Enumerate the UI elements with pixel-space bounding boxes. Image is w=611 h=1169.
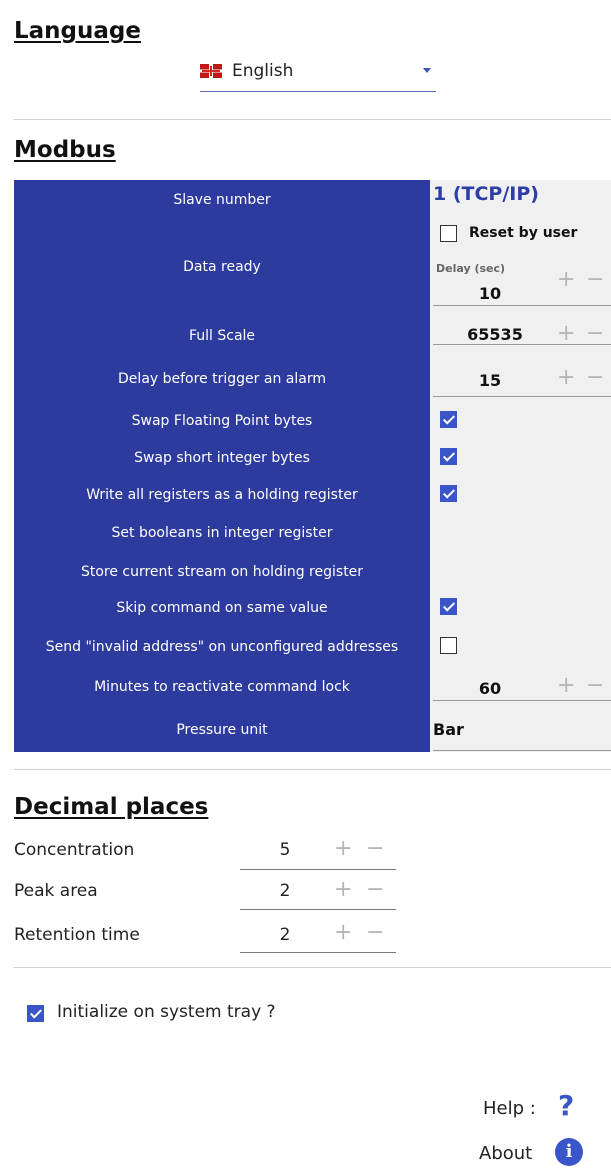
minus-icon[interactable]: − xyxy=(366,922,384,944)
retention-time-value[interactable]: 2 xyxy=(260,925,310,945)
plus-icon[interactable]: + xyxy=(334,879,352,901)
pressure-unit-value: Bar xyxy=(433,720,464,739)
concentration-label: Concentration xyxy=(14,840,135,860)
minus-icon[interactable]: − xyxy=(586,269,604,291)
data-ready-label: Data ready xyxy=(183,259,261,275)
minutes-reactivate-label: Minutes to reactivate command lock xyxy=(94,679,350,695)
write-holding-label: Write all registers as a holding registe… xyxy=(86,487,358,503)
concentration-value[interactable]: 5 xyxy=(260,840,310,860)
plus-icon[interactable]: + xyxy=(557,675,575,697)
reset-by-user-label: Reset by user xyxy=(469,225,578,241)
divider xyxy=(14,967,611,968)
slave-number-value: 1 (TCP/IP) xyxy=(433,183,539,205)
divider xyxy=(14,769,611,770)
invalid-address-label: Send "invalid address" on unconfigured a… xyxy=(45,639,399,655)
peak-area-underline xyxy=(240,909,396,910)
swap-float-label: Swap Floating Point bytes xyxy=(131,413,313,429)
system-tray-label: Initialize on system tray ? xyxy=(57,1002,276,1022)
store-stream-label: Store current stream on holding register xyxy=(80,564,364,580)
minutes-reactivate-value: 60 xyxy=(478,679,502,698)
reset-by-user-checkbox[interactable] xyxy=(440,225,457,242)
retention-time-underline xyxy=(240,952,396,953)
slave-number-label: Slave number xyxy=(173,192,271,208)
skip-command-checkbox[interactable] xyxy=(440,598,457,615)
minus-icon[interactable]: − xyxy=(586,367,604,389)
help-label: Help : xyxy=(483,1098,536,1119)
delay-sec-label: Delay (sec) xyxy=(436,262,506,275)
language-dropdown[interactable]: English xyxy=(200,58,436,92)
minus-icon[interactable]: − xyxy=(586,323,604,345)
delay-alarm-value: 15 xyxy=(478,371,502,390)
retention-time-label: Retention time xyxy=(14,925,140,945)
language-section-title: Language xyxy=(14,18,141,44)
data-ready-delay-field[interactable] xyxy=(433,278,611,306)
help-icon[interactable]: ? xyxy=(558,1089,574,1122)
swap-float-checkbox[interactable] xyxy=(440,411,457,428)
uk-flag-icon xyxy=(200,64,222,78)
data-ready-delay-value: 10 xyxy=(478,284,502,303)
plus-icon[interactable]: + xyxy=(557,323,575,345)
language-selected-value: English xyxy=(232,61,294,81)
full-scale-label: Full Scale xyxy=(188,328,256,344)
invalid-address-checkbox[interactable] xyxy=(440,637,457,654)
plus-icon[interactable]: + xyxy=(334,838,352,860)
concentration-underline xyxy=(240,869,396,870)
minutes-reactivate-field[interactable] xyxy=(433,673,611,701)
chevron-down-icon xyxy=(423,68,431,73)
divider xyxy=(14,119,611,120)
swap-short-checkbox[interactable] xyxy=(440,448,457,465)
set-booleans-label: Set booleans in integer register xyxy=(111,525,333,541)
modbus-section-title: Modbus xyxy=(14,137,116,163)
minus-icon[interactable]: − xyxy=(366,838,384,860)
swap-short-label: Swap short integer bytes xyxy=(134,450,310,466)
info-icon[interactable]: i xyxy=(555,1138,583,1166)
minus-icon[interactable]: − xyxy=(586,675,604,697)
about-label: About xyxy=(479,1143,533,1164)
delay-alarm-field[interactable] xyxy=(433,369,611,397)
minus-icon[interactable]: − xyxy=(366,879,384,901)
write-holding-checkbox[interactable] xyxy=(440,485,457,502)
full-scale-value: 65535 xyxy=(467,325,523,344)
system-tray-checkbox[interactable] xyxy=(27,1005,44,1022)
decimal-places-title: Decimal places xyxy=(14,794,209,820)
peak-area-label: Peak area xyxy=(14,881,98,901)
plus-icon[interactable]: + xyxy=(557,367,575,389)
peak-area-value[interactable]: 2 xyxy=(260,881,310,901)
delay-alarm-label: Delay before trigger an alarm xyxy=(118,371,326,387)
plus-icon[interactable]: + xyxy=(557,269,575,291)
skip-command-label: Skip command on same value xyxy=(116,600,328,616)
pressure-unit-label: Pressure unit xyxy=(176,722,268,738)
plus-icon[interactable]: + xyxy=(334,922,352,944)
